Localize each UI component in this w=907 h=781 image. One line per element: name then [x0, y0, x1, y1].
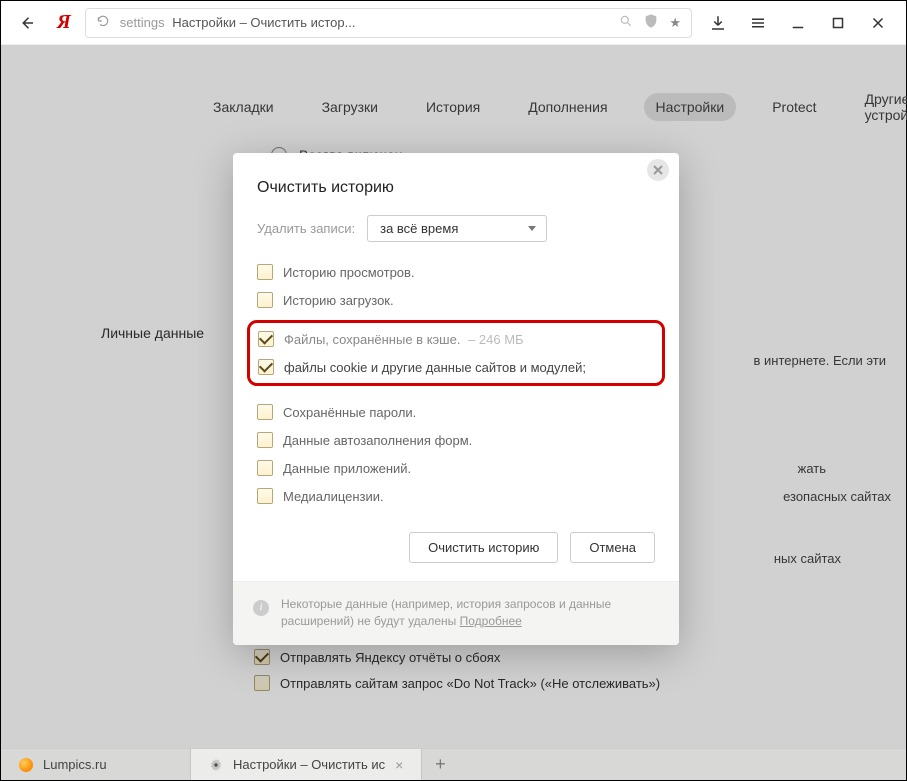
checkbox-browsing-history[interactable] [257, 264, 273, 280]
window-close-button[interactable] [860, 7, 896, 39]
info-icon: i [253, 600, 269, 616]
window-tab-settings[interactable]: Настройки – Очистить ис × [191, 749, 422, 780]
maximize-icon [829, 14, 847, 32]
footer-text: Некоторые данные (например, история запр… [281, 597, 611, 628]
download-icon [709, 14, 727, 32]
tab-other-devices[interactable]: Другие устройства [853, 85, 907, 129]
checkbox-cache-label: Файлы, сохранённые в кэше. – 246 МБ [284, 332, 524, 347]
settings-tabstrip: Закладки Загрузки История Дополнения Нас… [1, 85, 906, 129]
cancel-button[interactable]: Отмена [570, 532, 655, 563]
range-label: Удалить записи: [257, 221, 355, 236]
window-maximize-button[interactable] [820, 7, 856, 39]
gear-icon [209, 758, 223, 772]
checkbox-do-not-track-label: Отправлять сайтам запрос «Do Not Track» … [280, 676, 660, 691]
address-text: settings Настройки – Очистить истор... [120, 15, 610, 30]
tab-title: Настройки – Очистить ис [233, 757, 385, 772]
address-bar[interactable]: settings Настройки – Очистить истор... ★ [85, 8, 692, 38]
checkbox-crash-reports-label: Отправлять Яндексу отчёты о сбоях [280, 650, 500, 665]
tab-close-button[interactable]: × [395, 757, 403, 773]
checkbox-download-history[interactable] [257, 292, 273, 308]
checkbox-passwords-label: Сохранённые пароли. [283, 405, 416, 420]
favicon-lumpics-icon [19, 758, 33, 772]
bg-text-fragment: езопасных сайтах [783, 489, 891, 504]
checkbox-do-not-track[interactable] [254, 675, 270, 691]
minimize-icon [789, 14, 807, 32]
dialog-footer-note: i Некоторые данные (например, история за… [233, 581, 679, 645]
bookmark-star-icon[interactable]: ★ [669, 15, 681, 31]
checkbox-media-licenses-label: Медиалицензии. [283, 489, 384, 504]
dialog-close-button[interactable] [647, 159, 669, 181]
checkbox-appdata[interactable] [257, 460, 273, 476]
checkbox-crash-reports[interactable] [254, 649, 270, 665]
checkbox-cookies-label: файлы cookie и другие данные сайтов и мо… [284, 360, 586, 375]
reload-icon[interactable] [96, 14, 110, 31]
hamburger-icon [749, 14, 767, 32]
shield-icon[interactable] [643, 13, 659, 32]
close-icon [653, 165, 663, 175]
browser-toolbar: Я settings Настройки – Очистить истор...… [1, 1, 906, 45]
arrow-left-icon [18, 14, 36, 32]
tab-downloads[interactable]: Загрузки [310, 93, 390, 121]
bg-text-fragment: ных сайтах [774, 551, 841, 566]
window-tab-bar: Lumpics.ru Настройки – Очистить ис × + [1, 748, 906, 780]
footer-more-link[interactable]: Подробнее [460, 614, 522, 628]
bg-text-fragment: в интернете. Если эти [753, 353, 886, 368]
time-range-select[interactable]: за всё время [367, 215, 547, 242]
checkbox-media-licenses[interactable] [257, 488, 273, 504]
page-body: Закладки Загрузки История Дополнения Нас… [1, 45, 906, 749]
checkbox-download-history-label: Историю загрузок. [283, 293, 394, 308]
checkbox-appdata-label: Данные приложений. [283, 461, 411, 476]
tab-history[interactable]: История [414, 93, 492, 121]
checkbox-browsing-history-label: Историю просмотров. [283, 265, 415, 280]
checkbox-cache[interactable] [258, 331, 274, 347]
tab-addons[interactable]: Дополнения [516, 93, 619, 121]
section-personal-data: Личные данные [101, 325, 204, 341]
checkbox-autofill[interactable] [257, 432, 273, 448]
back-button[interactable] [11, 7, 43, 39]
yandex-logo[interactable]: Я [51, 11, 77, 34]
clear-history-dialog: Очистить историю Удалить записи: за всё … [233, 153, 679, 645]
downloads-button[interactable] [700, 7, 736, 39]
new-tab-button[interactable]: + [422, 749, 458, 780]
annotation-highlight: Файлы, сохранённые в кэше. – 246 МБ файл… [247, 320, 665, 386]
tab-protect[interactable]: Protect [760, 93, 828, 121]
bg-text-fragment: жать [798, 461, 826, 476]
checkbox-passwords[interactable] [257, 404, 273, 420]
tab-settings[interactable]: Настройки [644, 93, 737, 121]
menu-button[interactable] [740, 7, 776, 39]
checkbox-autofill-label: Данные автозаполнения форм. [283, 433, 472, 448]
close-icon [869, 14, 887, 32]
search-icon[interactable] [619, 14, 633, 31]
tab-title: Lumpics.ru [43, 757, 107, 772]
window-tab-lumpics[interactable]: Lumpics.ru [1, 749, 191, 780]
tab-bookmarks[interactable]: Закладки [201, 93, 286, 121]
window-minimize-button[interactable] [780, 7, 816, 39]
dialog-title: Очистить историю [257, 179, 655, 197]
checkbox-cookies[interactable] [258, 359, 274, 375]
clear-history-button[interactable]: Очистить историю [409, 532, 558, 563]
